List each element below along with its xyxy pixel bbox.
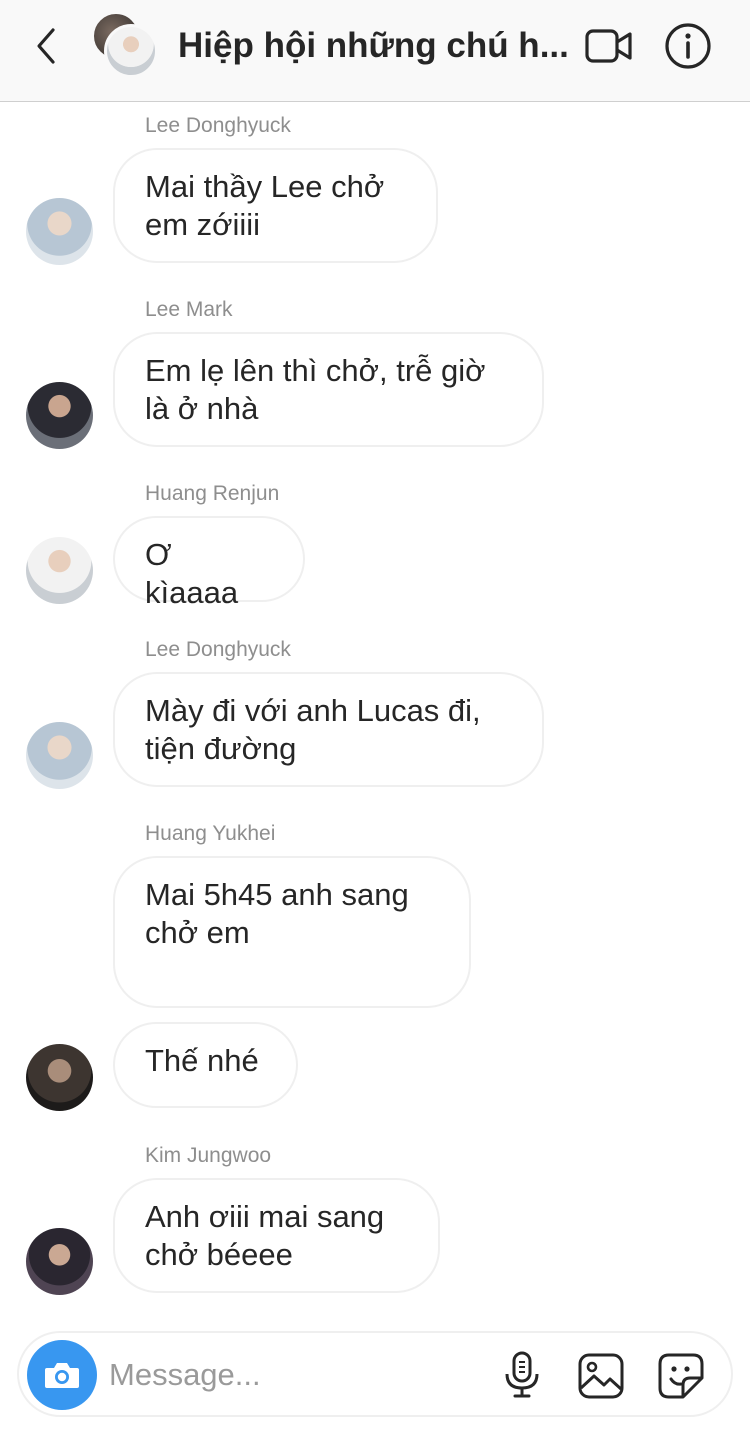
avatar[interactable] xyxy=(26,722,93,789)
message-sender: Huang Yukhei xyxy=(145,822,276,845)
microphone-button[interactable] xyxy=(497,1349,547,1401)
message-bubble[interactable]: Mai 5h45 anh sang chở em xyxy=(113,856,471,1008)
chat-title[interactable]: Hiệp hội những chú h... xyxy=(178,24,568,68)
chat-header: Hiệp hội những chú h... xyxy=(0,0,750,102)
sticker-button[interactable] xyxy=(655,1350,707,1402)
info-icon xyxy=(665,23,711,69)
chevron-left-icon xyxy=(37,28,55,64)
message-sender: Huang Renjun xyxy=(145,482,280,505)
message-input[interactable] xyxy=(109,1351,489,1399)
video-camera-icon xyxy=(585,29,632,63)
camera-icon xyxy=(45,1363,79,1388)
message-bubble[interactable]: Ơ kìaaaa xyxy=(113,516,305,610)
message-sender: Kim Jungwoo xyxy=(145,1144,272,1167)
message-composer xyxy=(17,1331,733,1417)
avatar[interactable] xyxy=(26,1228,93,1295)
camera-button[interactable] xyxy=(27,1340,97,1410)
microphone-icon xyxy=(505,1351,539,1398)
message-sender: Lee Donghyuck xyxy=(145,114,291,137)
gallery-icon xyxy=(578,1353,624,1399)
avatar[interactable] xyxy=(26,382,93,449)
group-avatar[interactable] xyxy=(90,12,160,82)
back-button[interactable] xyxy=(22,22,70,70)
message-bubble[interactable]: Thế nhé xyxy=(113,1022,298,1108)
group-avatar-front xyxy=(104,24,158,78)
video-call-button[interactable] xyxy=(582,22,636,70)
message-bubble[interactable]: Mày đi với anh Lucas đi, tiện đường xyxy=(113,672,544,787)
message-sender: Lee Mark xyxy=(145,298,233,321)
message-bubble[interactable]: Mai thầy Lee chở em zớiiii xyxy=(113,148,438,263)
avatar[interactable] xyxy=(26,537,93,604)
message-sender: Lee Donghyuck xyxy=(145,638,291,661)
avatar[interactable] xyxy=(26,1044,93,1111)
message-bubble[interactable]: Em lẹ lên thì chở, trễ giờ là ở nhà xyxy=(113,332,544,447)
sticker-icon xyxy=(658,1353,704,1399)
info-button[interactable] xyxy=(662,20,714,72)
message-bubble[interactable]: Anh ơiii mai sang chở béeee xyxy=(113,1178,440,1293)
avatar[interactable] xyxy=(26,198,93,265)
gallery-button[interactable] xyxy=(575,1350,627,1402)
